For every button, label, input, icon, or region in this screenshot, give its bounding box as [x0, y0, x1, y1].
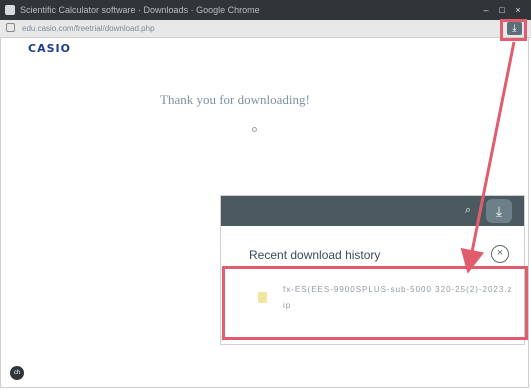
annotation-arrow: [460, 41, 516, 274]
extension-badge-icon[interactable]: ch: [10, 366, 24, 380]
